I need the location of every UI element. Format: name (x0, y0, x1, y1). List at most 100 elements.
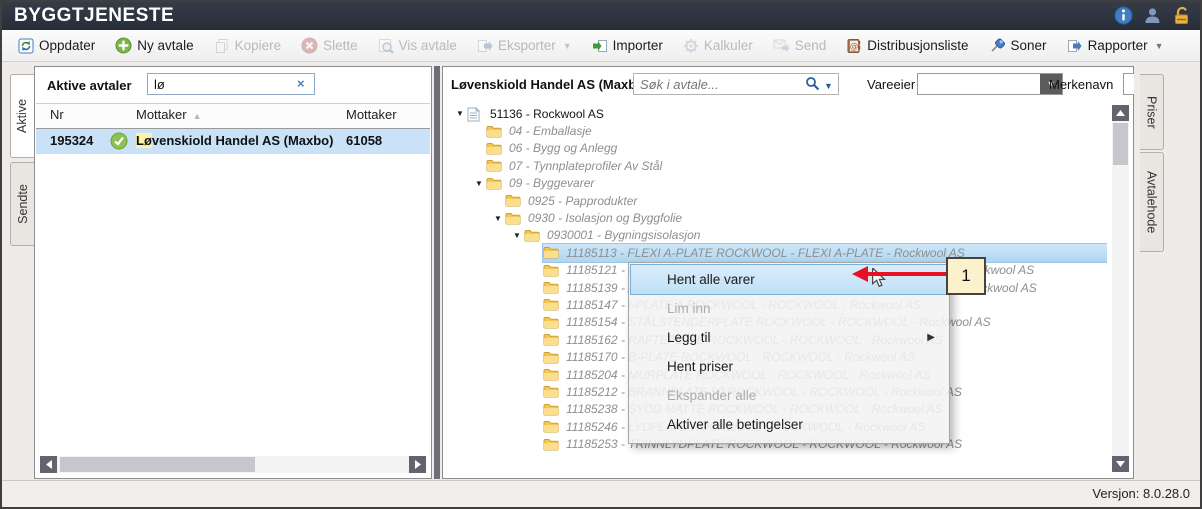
version-label: Versjon: 8.0.28.0 (1092, 486, 1190, 501)
tab-aktive[interactable]: Aktive (10, 74, 34, 158)
column-header-mottaker[interactable]: Mottaker▲ (136, 107, 202, 122)
annotation-arrow-head-icon (852, 266, 868, 282)
toolbar-button-distribusjonsliste[interactable]: @Distribusjonsliste (836, 33, 978, 59)
tab-avtalehode[interactable]: Avtalehode (1140, 152, 1164, 252)
tree-node[interactable]: ▼09 - Byggevarer (447, 175, 1107, 192)
menu-item-ekspander-alle: Ekspander alle (631, 381, 947, 410)
merkenavn-label: Merkenavn (1049, 77, 1113, 92)
tree-node-label: 51136 - Rockwool AS (487, 107, 607, 121)
hscroll-thumb[interactable] (60, 457, 255, 472)
tree-node[interactable]: ▼0930 - Isolasjon og Byggfolie (447, 209, 1107, 226)
send-icon (773, 38, 790, 53)
toolbar-button-label: Rapporter (1088, 38, 1148, 53)
column-header-mottaker-nr[interactable]: Mottaker (346, 107, 397, 122)
toolbar-button-slette: Slette (291, 33, 368, 59)
collapse-icon[interactable]: ▼ (510, 231, 524, 240)
add-icon (115, 37, 132, 54)
folder-icon (486, 142, 502, 155)
lock-icon[interactable] (1172, 6, 1192, 26)
tree-node[interactable]: ▼0930001 - Bygningsisolasjon (447, 227, 1107, 244)
export-icon (477, 38, 493, 54)
reports-icon (1067, 38, 1083, 54)
menu-item-label: Ekspander alle (667, 388, 756, 403)
panel-splitter[interactable] (434, 66, 440, 479)
folder-icon (543, 333, 559, 346)
tree-node[interactable]: 04 - Emballasje (447, 122, 1107, 139)
document-icon (467, 107, 483, 120)
scroll-left-icon[interactable] (40, 456, 57, 473)
search-dropdown-icon[interactable]: ▼ (824, 81, 833, 91)
folder-icon (543, 438, 559, 451)
menu-item-aktiver-alle-betingelser[interactable]: Aktiver alle betingelser (631, 410, 947, 439)
tab-priser[interactable]: Priser (1140, 74, 1164, 150)
filter-label: Aktive avtaler (47, 78, 132, 93)
column-header-nr[interactable]: Nr (50, 107, 64, 122)
toolbar-button-label: Importer (613, 38, 663, 53)
collapse-icon[interactable]: ▼ (491, 214, 505, 223)
search-icon[interactable] (805, 76, 820, 96)
folder-icon (543, 420, 559, 433)
collapse-icon[interactable]: ▼ (453, 109, 467, 118)
toolbar-button-oppdater[interactable]: Oppdater (8, 33, 105, 59)
table-row[interactable]: 195324 Løvenskiold Handel AS (Maxbo) 610… (36, 129, 430, 154)
agreements-search-input[interactable] (147, 73, 315, 95)
toolbar-button-eksporter: Eksporter▼ (467, 33, 582, 59)
tree-node[interactable]: 06 - Bygg og Anlegg (447, 140, 1107, 157)
menu-item-hent-priser[interactable]: Hent priser (631, 352, 947, 381)
toolbar-button-send: Send (763, 33, 837, 59)
tab-priser-label: Priser (1145, 96, 1159, 129)
view-icon (378, 38, 394, 54)
folder-icon (524, 229, 540, 242)
row-name: Løvenskiold Handel AS (Maxbo) (136, 133, 333, 148)
agreements-panel: Aktive avtaler × Nr Mottaker▲ Mottaker 1… (34, 66, 432, 479)
toolbar-button-label: Send (795, 38, 827, 53)
tab-aktive-label: Aktive (16, 99, 30, 133)
agreement-title: Løvenskiold Handel AS (Maxbo) (451, 77, 648, 92)
distribution-list-icon: @ (846, 38, 862, 54)
menu-item-label: Hent alle varer (667, 272, 755, 287)
vertical-scrollbar[interactable] (1112, 105, 1129, 472)
zones-icon (989, 37, 1006, 54)
tree-node[interactable]: 11185113 - FLEXI A-PLATE ROCKWOOL - FLEX… (447, 244, 1107, 261)
info-icon[interactable] (1114, 6, 1134, 26)
tab-sendte-label: Sendte (16, 184, 30, 224)
tree-node[interactable]: 07 - Tynnplateprofiler Av Stål (447, 157, 1107, 174)
toolbar-button-importer[interactable]: Importer (582, 33, 673, 59)
vscroll-thumb[interactable] (1113, 123, 1128, 165)
toolbar-button-rapporter[interactable]: Rapporter ▼ (1057, 33, 1174, 59)
toolbar-button-ny-avtale[interactable]: Ny avtale (105, 33, 203, 59)
scroll-up-icon[interactable] (1112, 105, 1129, 121)
toolbar: OppdaterNy avtaleKopiereSletteVis avtale… (2, 30, 1200, 62)
folder-icon (543, 316, 559, 329)
scroll-right-icon[interactable] (409, 456, 426, 473)
menu-item-hent-alle-varer[interactable]: Hent alle varer (631, 265, 947, 294)
folder-icon (543, 281, 559, 294)
check-icon (110, 132, 128, 150)
clear-search-icon[interactable]: × (297, 76, 305, 91)
refresh-icon (18, 38, 34, 54)
sort-asc-icon: ▲ (193, 111, 202, 121)
toolbar-button-label: Slette (323, 38, 358, 53)
tree-node-label: 06 - Bygg og Anlegg (506, 141, 620, 155)
tree-node[interactable]: ▼ 51136 - Rockwool AS (447, 105, 1107, 122)
folder-icon (543, 298, 559, 311)
toolbar-button-label: Kalkuler (704, 38, 753, 53)
vareeier-combobox[interactable]: ▼ (917, 73, 1063, 95)
app-window: BYGGTJENESTE OppdaterNy avtaleKopiereSle… (0, 0, 1202, 509)
horizontal-scrollbar[interactable] (40, 456, 426, 473)
vareeier-label: Vareeier (867, 77, 915, 92)
merkenavn-input[interactable] (1123, 73, 1134, 95)
toolbar-button-soner[interactable]: Soner (979, 33, 1057, 59)
scroll-down-icon[interactable] (1112, 456, 1129, 472)
folder-icon (543, 403, 559, 416)
user-icon[interactable] (1143, 6, 1163, 26)
tab-sendte[interactable]: Sendte (10, 162, 34, 246)
tree-node-label: 11185113 - FLEXI A-PLATE ROCKWOOL - FLEX… (563, 246, 968, 260)
tree-node[interactable]: 0925 - Papprodukter (447, 192, 1107, 209)
row-nr: 195324 (50, 133, 93, 148)
collapse-icon[interactable]: ▼ (472, 179, 486, 188)
dropdown-caret-icon: ▼ (1155, 41, 1164, 51)
menu-item-legg-til[interactable]: Legg til▶ (631, 323, 947, 352)
submenu-arrow-icon: ▶ (927, 332, 935, 343)
toolbar-button-label: Vis avtale (399, 38, 457, 53)
